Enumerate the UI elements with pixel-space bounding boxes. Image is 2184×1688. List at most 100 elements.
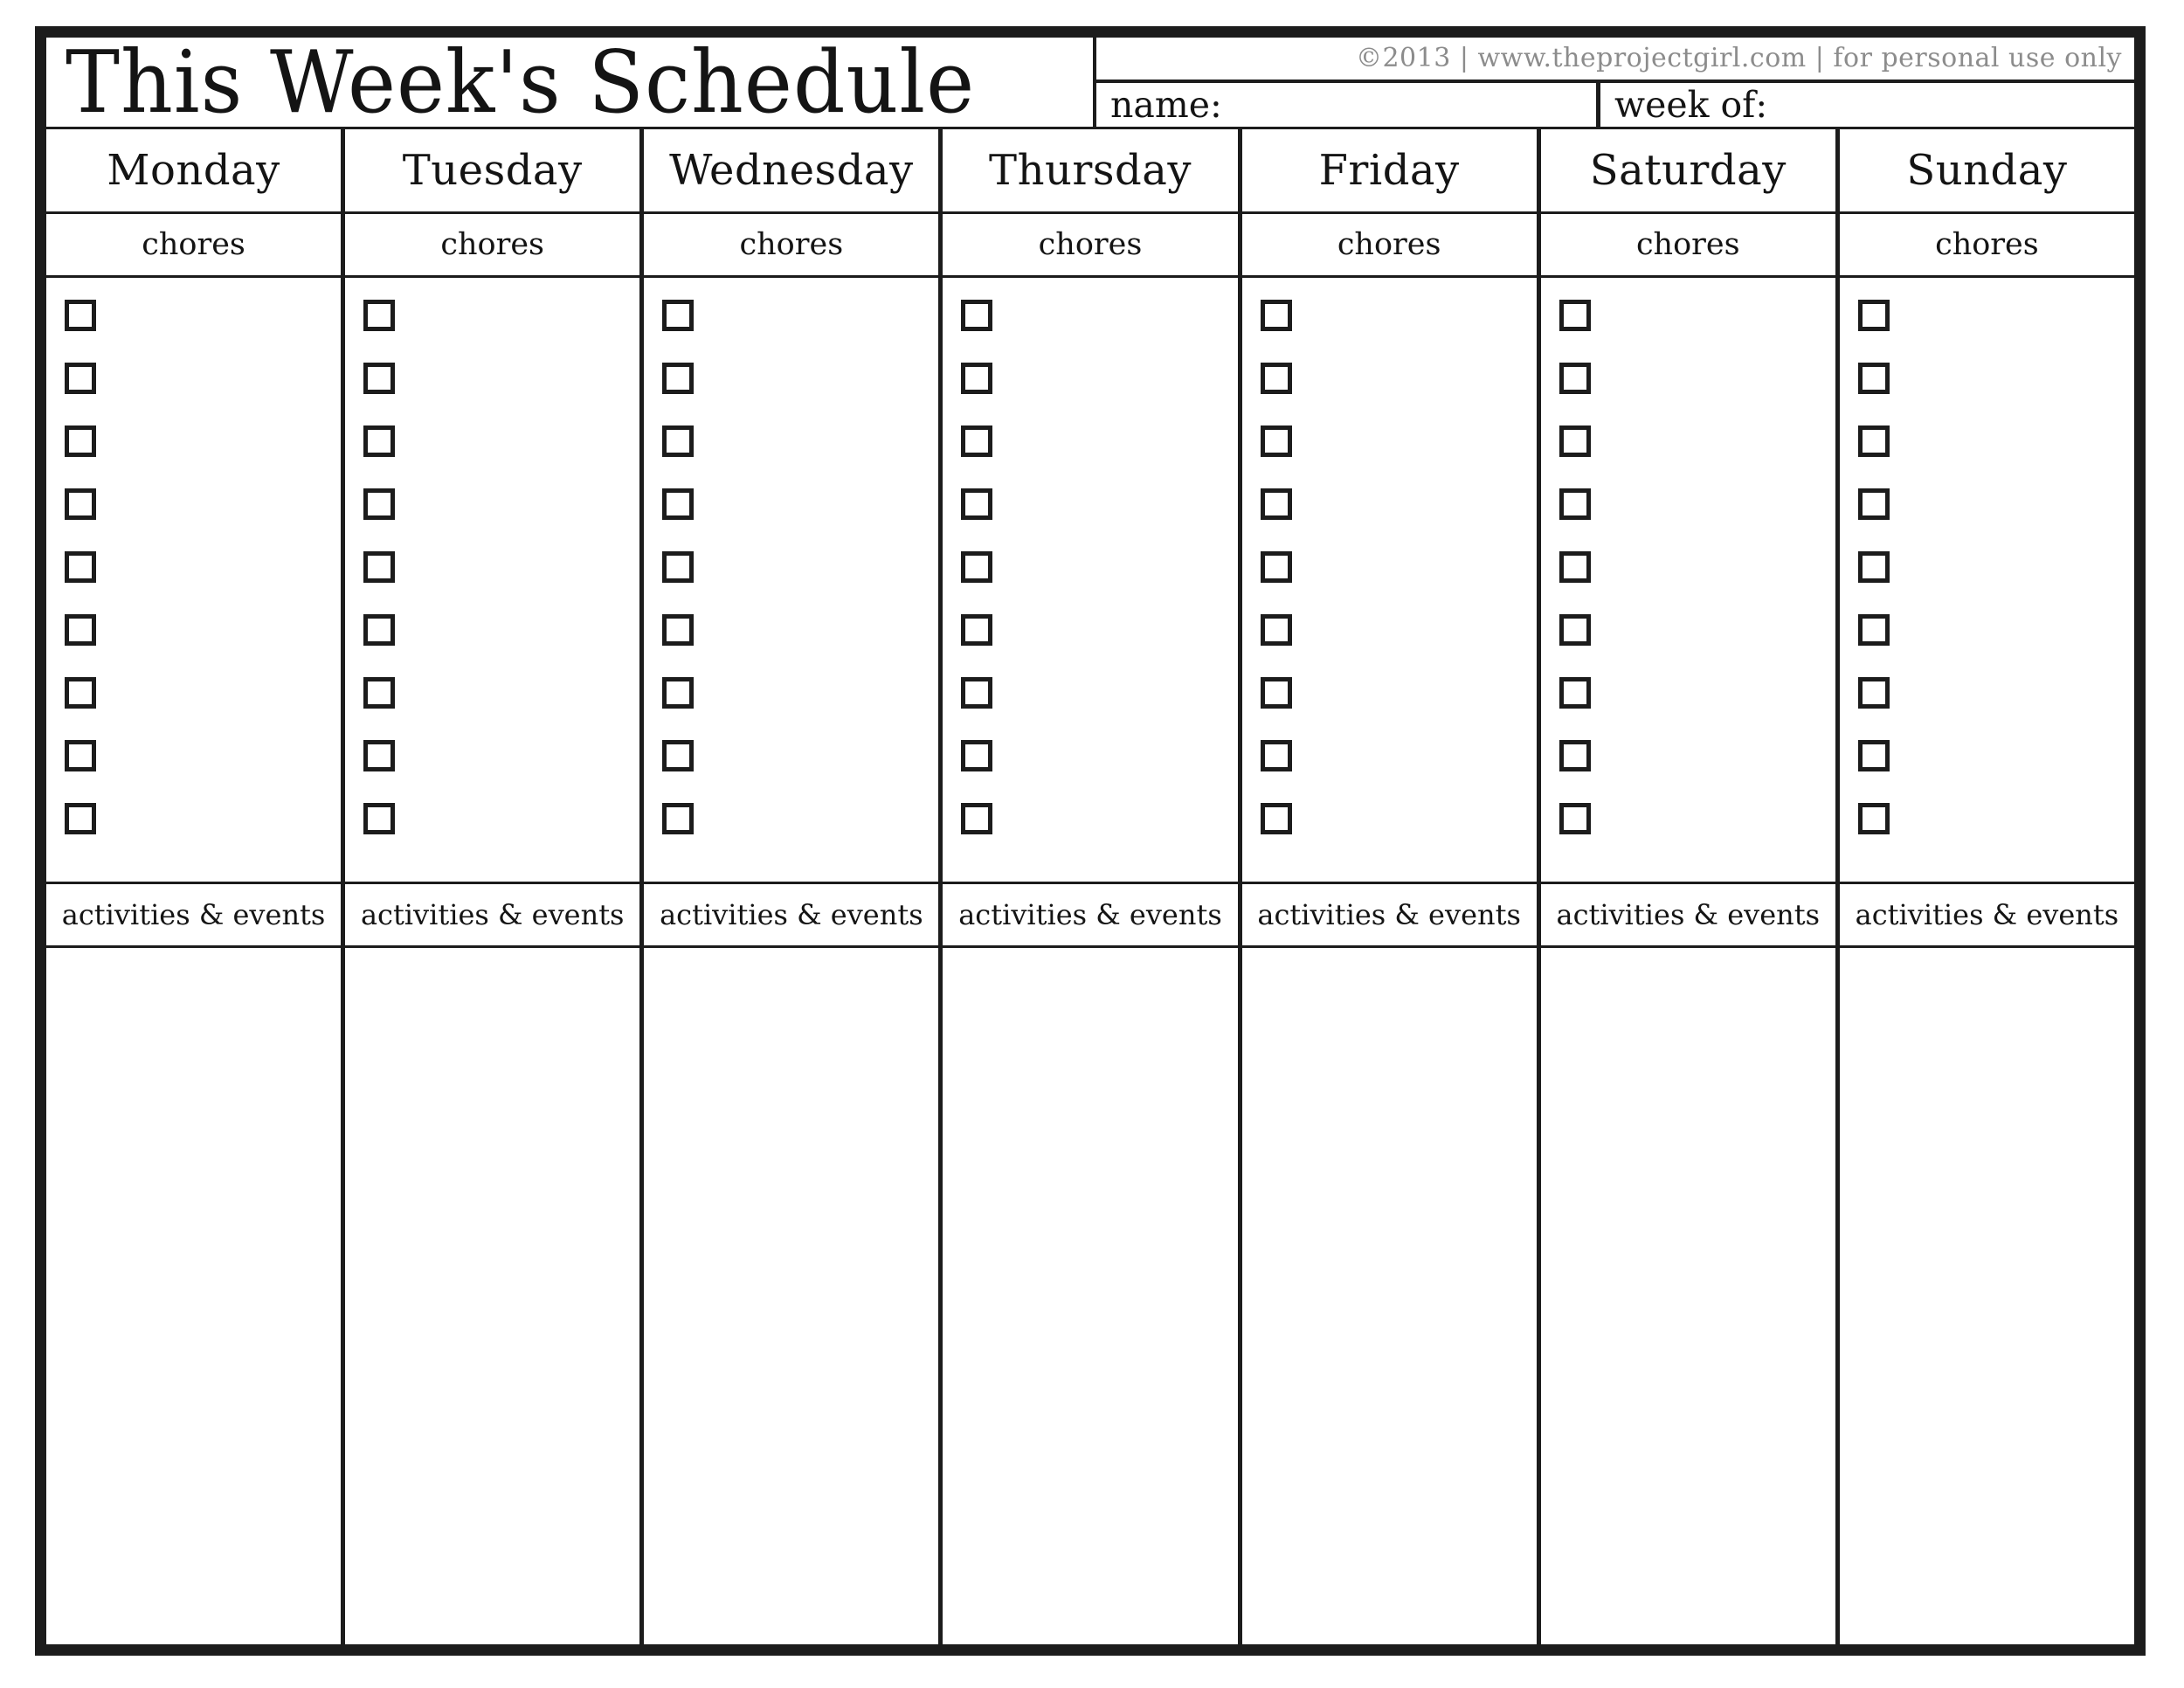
activities-notes-area[interactable] xyxy=(1540,948,1835,1644)
header-right-block: ©2013 | www.theprojectgirl.com | for per… xyxy=(1093,38,2134,127)
chore-checkbox[interactable] xyxy=(662,803,695,834)
chore-checkbox[interactable] xyxy=(1857,488,1890,520)
chore-checkbox[interactable] xyxy=(1260,300,1292,331)
chore-checkbox[interactable] xyxy=(961,677,993,709)
chores-checkbox-list xyxy=(345,278,640,884)
chore-checkbox[interactable] xyxy=(1260,803,1292,834)
day-name-label: Thursday xyxy=(989,146,1192,195)
chore-checkbox[interactable] xyxy=(65,740,96,771)
week-of-field[interactable]: week of: xyxy=(1596,83,2134,127)
chores-checkbox-list xyxy=(943,278,1238,884)
chores-checkbox-list xyxy=(46,278,342,884)
chore-checkbox[interactable] xyxy=(1857,740,1890,771)
chore-checkbox[interactable] xyxy=(65,677,96,709)
chore-checkbox[interactable] xyxy=(961,488,993,520)
chore-checkbox[interactable] xyxy=(961,425,993,457)
chore-checkbox[interactable] xyxy=(65,551,96,583)
chore-checkbox[interactable] xyxy=(961,614,993,646)
chore-checkbox[interactable] xyxy=(65,363,96,394)
day-header-thursday: Thursday xyxy=(943,129,1238,214)
chore-checkbox[interactable] xyxy=(363,740,396,771)
chore-checkbox[interactable] xyxy=(1559,488,1591,520)
chore-checkbox[interactable] xyxy=(662,363,695,394)
activities-notes-area[interactable] xyxy=(46,948,342,1644)
chore-checkbox[interactable] xyxy=(1559,425,1591,457)
chore-checkbox[interactable] xyxy=(961,803,993,834)
chore-checkbox[interactable] xyxy=(363,803,396,834)
copyright-row: ©2013 | www.theprojectgirl.com | for per… xyxy=(1096,38,2134,83)
chore-checkbox[interactable] xyxy=(1260,488,1292,520)
activities-header: activities & events xyxy=(644,884,939,948)
activities-label: activities & events xyxy=(61,898,326,931)
chore-checkbox[interactable] xyxy=(1559,677,1591,709)
chore-checkbox[interactable] xyxy=(1857,803,1890,834)
day-name-label: Friday xyxy=(1318,146,1460,195)
chore-checkbox[interactable] xyxy=(1857,614,1890,646)
chore-checkbox[interactable] xyxy=(65,300,96,331)
activities-header: activities & events xyxy=(1839,884,2134,948)
chore-checkbox[interactable] xyxy=(1857,363,1890,394)
chore-checkbox[interactable] xyxy=(363,614,396,646)
chore-checkbox[interactable] xyxy=(1559,363,1591,394)
activities-notes-area[interactable] xyxy=(345,948,640,1644)
chores-checkbox-list xyxy=(644,278,939,884)
chore-checkbox[interactable] xyxy=(65,488,96,520)
day-name-label: Wednesday xyxy=(669,146,914,195)
activities-notes-area[interactable] xyxy=(1241,948,1537,1644)
activities-notes-area[interactable] xyxy=(1839,948,2134,1644)
name-field[interactable]: name: xyxy=(1096,83,1596,127)
chore-checkbox[interactable] xyxy=(961,551,993,583)
chore-checkbox[interactable] xyxy=(1559,300,1591,331)
chore-checkbox[interactable] xyxy=(1559,614,1591,646)
chore-checkbox[interactable] xyxy=(363,677,396,709)
chore-checkbox[interactable] xyxy=(662,425,695,457)
chores-label: chores xyxy=(1935,226,2039,262)
day-column: Sunday chores activities & events xyxy=(1835,129,2134,1644)
chore-checkbox[interactable] xyxy=(1559,803,1591,834)
chore-checkbox[interactable] xyxy=(1559,740,1591,771)
chore-checkbox[interactable] xyxy=(363,488,396,520)
activities-label: activities & events xyxy=(1257,898,1521,931)
chore-checkbox[interactable] xyxy=(961,363,993,394)
name-field-label: name: xyxy=(1110,83,1222,126)
week-grid: Monday chores activities & events Tuesday ch… xyxy=(46,129,2134,1644)
week-of-field-label: week of: xyxy=(1614,83,1768,126)
chore-checkbox[interactable] xyxy=(1260,677,1292,709)
activities-label: activities & events xyxy=(660,898,923,931)
chore-checkbox[interactable] xyxy=(1857,677,1890,709)
chore-checkbox[interactable] xyxy=(662,488,695,520)
chore-checkbox[interactable] xyxy=(1260,363,1292,394)
chore-checkbox[interactable] xyxy=(662,551,695,583)
chore-checkbox[interactable] xyxy=(961,740,993,771)
chore-checkbox[interactable] xyxy=(961,300,993,331)
chore-checkbox[interactable] xyxy=(1857,300,1890,331)
chore-checkbox[interactable] xyxy=(1857,551,1890,583)
day-header-wednesday: Wednesday xyxy=(644,129,939,214)
chore-checkbox[interactable] xyxy=(1260,551,1292,583)
chore-checkbox[interactable] xyxy=(363,425,396,457)
chore-checkbox[interactable] xyxy=(363,363,396,394)
chore-checkbox[interactable] xyxy=(1260,425,1292,457)
chores-label: chores xyxy=(142,226,245,262)
day-column: Saturday chores activities & events xyxy=(1536,129,1835,1644)
chore-checkbox[interactable] xyxy=(662,300,695,331)
chore-checkbox[interactable] xyxy=(662,740,695,771)
chore-checkbox[interactable] xyxy=(65,614,96,646)
activities-notes-area[interactable] xyxy=(943,948,1238,1644)
title-cell: This Week's Schedule xyxy=(46,38,1093,127)
chore-checkbox[interactable] xyxy=(662,614,695,646)
chore-checkbox[interactable] xyxy=(1260,740,1292,771)
activities-notes-area[interactable] xyxy=(644,948,939,1644)
chore-checkbox[interactable] xyxy=(1857,425,1890,457)
chores-header: chores xyxy=(1540,214,1835,278)
day-name-label: Tuesday xyxy=(402,146,583,195)
chore-checkbox[interactable] xyxy=(1559,551,1591,583)
chore-checkbox[interactable] xyxy=(662,677,695,709)
chore-checkbox[interactable] xyxy=(1260,614,1292,646)
day-name-label: Saturday xyxy=(1589,146,1787,195)
chore-checkbox[interactable] xyxy=(65,425,96,457)
chore-checkbox[interactable] xyxy=(65,803,96,834)
chores-label: chores xyxy=(1038,226,1143,262)
chore-checkbox[interactable] xyxy=(363,551,396,583)
chore-checkbox[interactable] xyxy=(363,300,396,331)
